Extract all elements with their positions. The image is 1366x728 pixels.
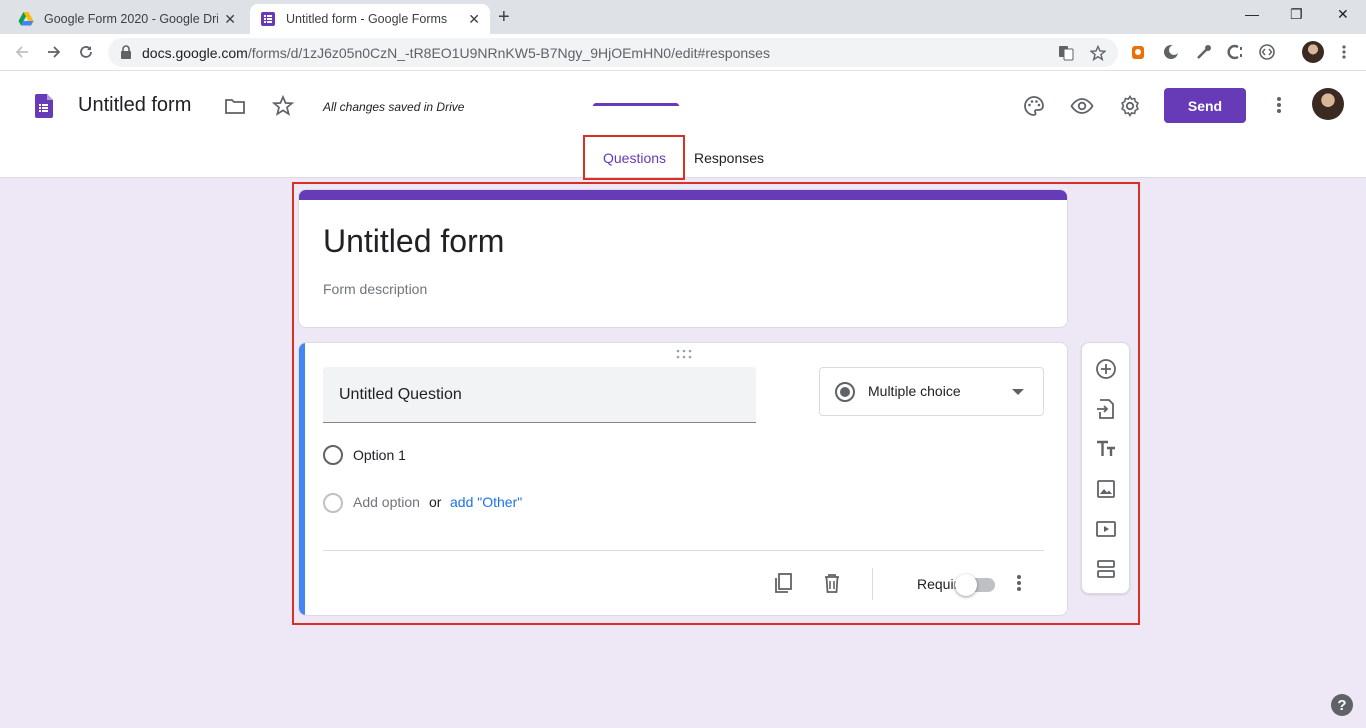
drag-handle-icon[interactable] — [676, 349, 692, 359]
profile-avatar[interactable] — [1302, 41, 1324, 63]
save-status: All changes saved in Drive — [323, 100, 465, 114]
add-image-icon[interactable] — [1094, 477, 1118, 501]
add-question-icon[interactable] — [1094, 357, 1118, 381]
form-description-field[interactable]: Form description — [323, 281, 427, 297]
browser-tab-forms[interactable]: Untitled form - Google Forms ✕ — [250, 4, 490, 34]
theme-accent-bar — [299, 190, 1067, 200]
question-type-label: Multiple choice — [868, 383, 961, 399]
question-card[interactable]: Untitled Question Multiple choice Option… — [298, 342, 1068, 616]
url-host: docs.google.com — [142, 45, 248, 61]
add-option-radio — [323, 493, 343, 513]
browser-tab-strip: Google Form 2020 - Google Drive ✕ Untitl… — [0, 0, 1366, 34]
extension-c-icon[interactable] — [1226, 43, 1244, 61]
back-icon[interactable] — [11, 41, 33, 63]
question-title: Untitled Question — [339, 386, 462, 403]
question-more-options-icon[interactable] — [1013, 574, 1025, 592]
reload-icon[interactable] — [75, 41, 97, 63]
tab-title: Untitled form - Google Forms — [286, 12, 448, 26]
window-close-button[interactable]: ✕ — [1337, 6, 1349, 23]
close-tab-icon[interactable]: ✕ — [468, 11, 480, 28]
add-other-link[interactable]: add "Other" — [450, 494, 522, 510]
add-video-icon[interactable] — [1094, 517, 1118, 541]
restore-button[interactable]: ❐ — [1290, 6, 1303, 23]
bookmark-star-icon[interactable] — [1090, 45, 1106, 61]
palette-icon[interactable] — [1022, 94, 1046, 118]
minimize-button[interactable]: — — [1245, 6, 1259, 22]
url-text: docs.google.com/forms/d/1zJ6z05n0CzN_-tR… — [142, 45, 770, 61]
browser-menu-icon[interactable] — [1338, 44, 1350, 60]
new-tab-button[interactable]: + — [498, 6, 510, 29]
question-title-input[interactable]: Untitled Question — [323, 367, 756, 423]
code-extension-icon[interactable] — [1258, 43, 1276, 61]
eyedropper-extension-icon[interactable] — [1195, 43, 1213, 61]
translate-icon[interactable] — [1058, 45, 1074, 61]
dropdown-arrow-icon — [1012, 389, 1024, 395]
or-text: or — [429, 494, 442, 510]
close-tab-icon[interactable]: ✕ — [224, 11, 236, 28]
browser-tab-drive[interactable]: Google Form 2020 - Google Drive ✕ — [8, 4, 246, 34]
form-name[interactable]: Untitled form — [78, 94, 191, 117]
active-question-indicator — [299, 343, 305, 615]
add-section-icon[interactable] — [1094, 557, 1118, 581]
help-icon[interactable]: ? — [1331, 694, 1353, 716]
active-tab-indicator — [593, 103, 679, 106]
floating-toolbar — [1081, 342, 1130, 594]
question-footer-divider — [323, 550, 1044, 551]
forms-logo-icon[interactable] — [35, 94, 53, 118]
question-type-dropdown[interactable]: Multiple choice — [819, 367, 1044, 416]
forward-icon[interactable] — [43, 41, 65, 63]
tab-title: Google Form 2020 - Google Drive — [44, 12, 219, 26]
duplicate-icon[interactable] — [772, 571, 796, 595]
folder-icon[interactable] — [223, 94, 247, 118]
form-title-card[interactable]: Untitled form Form description — [298, 189, 1068, 328]
radio-button-icon — [835, 382, 855, 402]
option-label[interactable]: Option 1 — [353, 447, 406, 463]
dark-mode-extension-icon[interactable] — [1162, 43, 1180, 61]
extension-icon[interactable] — [1129, 43, 1147, 61]
add-title-description-icon[interactable] — [1094, 437, 1118, 461]
send-button[interactable]: Send — [1164, 88, 1246, 123]
lock-icon — [121, 45, 131, 59]
delete-trash-icon[interactable] — [820, 571, 844, 595]
google-drive-icon — [18, 12, 34, 26]
required-toggle-knob[interactable] — [955, 574, 977, 596]
star-icon[interactable] — [271, 94, 295, 118]
omnibox[interactable]: docs.google.com/forms/d/1zJ6z05n0CzN_-tR… — [108, 38, 1118, 67]
settings-gear-icon[interactable] — [1118, 94, 1142, 118]
more-options-icon[interactable] — [1273, 96, 1285, 114]
address-bar-row: docs.google.com/forms/d/1zJ6z05n0CzN_-tR… — [0, 34, 1366, 71]
add-option-button[interactable]: Add option — [353, 494, 420, 510]
url-path: /forms/d/1zJ6z05n0CzN_-tR8EO1U9NRnKW5-B7… — [247, 45, 770, 61]
preview-eye-icon[interactable] — [1070, 94, 1094, 118]
footer-vertical-divider — [872, 568, 873, 600]
account-avatar[interactable] — [1312, 88, 1344, 120]
highlight-box-questions-tab — [583, 135, 685, 180]
google-forms-icon — [261, 12, 275, 26]
form-title[interactable]: Untitled form — [323, 223, 504, 260]
option-radio — [323, 445, 343, 465]
import-questions-icon[interactable] — [1094, 397, 1118, 421]
tab-responses[interactable]: Responses — [694, 150, 764, 166]
